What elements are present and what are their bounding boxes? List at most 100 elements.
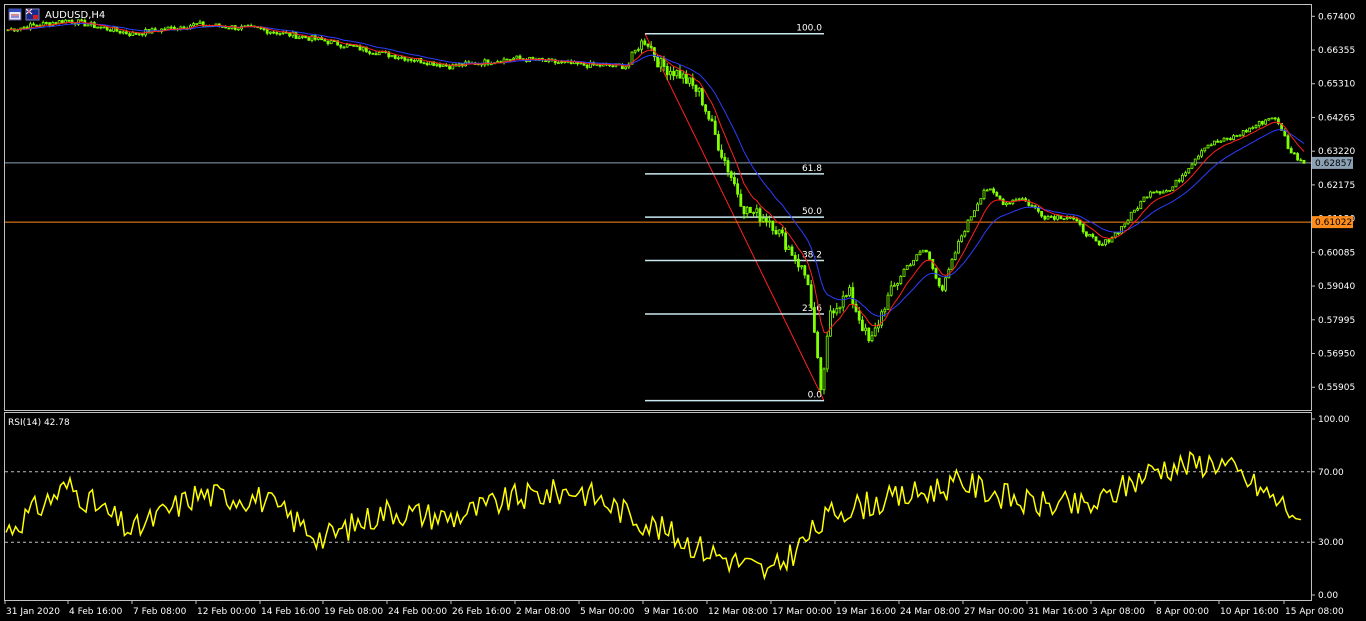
- candle-body: [345, 44, 349, 48]
- fib-level-label: 38.2: [802, 250, 822, 260]
- candle: [304, 35, 308, 39]
- candle-body: [118, 30, 122, 34]
- candle-body: [832, 310, 835, 314]
- candle: [867, 327, 871, 343]
- time-tick-label: 4 Feb 16:00: [69, 607, 123, 617]
- candle-body: [265, 29, 269, 34]
- chart-title: AUDUSD,H4: [8, 8, 105, 21]
- candle-body: [829, 310, 832, 337]
- candle-body: [585, 64, 589, 68]
- candle: [1261, 120, 1264, 126]
- candle-body: [1158, 191, 1162, 194]
- candle-body: [774, 230, 778, 235]
- candle: [870, 331, 874, 343]
- time-tick-label: 27 Mar 00:00: [964, 607, 1024, 617]
- time-axis: 31 Jan 2020 4 Feb 16:00 7 Feb 08:00 12 Feb …: [4, 600, 1344, 617]
- candle-body: [125, 31, 128, 35]
- candle-body: [1289, 148, 1293, 154]
- candle: [829, 305, 832, 337]
- candle-body: [1302, 159, 1306, 164]
- candle-body: [1075, 218, 1079, 222]
- fibonacci-retracement[interactable]: 100.061.850.038.223.60.0: [644, 24, 825, 402]
- time-tick-label: 8 Apr 00:00: [1156, 607, 1209, 617]
- candle-body: [1152, 191, 1155, 194]
- candle: [1296, 152, 1299, 162]
- fib-level-label: 0.0: [808, 391, 823, 401]
- candle: [396, 55, 400, 61]
- candle: [899, 275, 903, 286]
- candle-body: [1030, 205, 1034, 207]
- candle: [1187, 167, 1191, 174]
- candle: [1286, 133, 1290, 150]
- candle-body: [435, 63, 439, 66]
- candle: [32, 21, 35, 26]
- candle-body: [236, 28, 240, 31]
- candle: [1136, 206, 1139, 212]
- candle: [553, 58, 557, 66]
- candle-body: [905, 265, 909, 270]
- rsi-label: RSI(14) 42.78: [8, 418, 70, 428]
- candle: [720, 144, 723, 160]
- candle-body: [838, 306, 842, 309]
- candle: [163, 26, 167, 31]
- candle-body: [361, 46, 365, 51]
- candle-body: [32, 23, 35, 26]
- candle: [1235, 134, 1239, 138]
- candle-body: [1049, 216, 1053, 218]
- candle-body: [1209, 144, 1213, 147]
- candle: [809, 279, 813, 309]
- candle-body: [950, 259, 954, 271]
- candle-body: [518, 55, 522, 59]
- candle-body: [790, 246, 794, 256]
- candle: [1123, 223, 1127, 229]
- candle: [118, 30, 122, 35]
- candle: [963, 229, 967, 238]
- candle: [1046, 214, 1050, 220]
- candle: [1056, 215, 1059, 221]
- candle-body: [749, 206, 752, 214]
- candle: [969, 216, 973, 221]
- fib-level-label: 61.8: [802, 164, 822, 174]
- candle-body: [857, 311, 861, 321]
- candle: [790, 244, 794, 256]
- candle-body: [803, 265, 807, 276]
- price-tick-label: 0.64265: [1318, 113, 1355, 123]
- candle: [1203, 147, 1207, 153]
- candle: [717, 130, 720, 152]
- candle: [1254, 124, 1258, 130]
- candle-body: [1273, 117, 1277, 120]
- candle: [873, 322, 877, 337]
- candle-body: [640, 40, 643, 50]
- candle-body: [1193, 158, 1197, 165]
- candle-body: [275, 32, 279, 35]
- candle-body: [1062, 218, 1066, 221]
- candle-body: [841, 295, 845, 308]
- time-tick-label: 5 Mar 00:00: [580, 607, 635, 617]
- candle-body: [835, 308, 839, 314]
- horizontal-lines[interactable]: [5, 162, 1311, 223]
- time-tick-label: 19 Mar 16:00: [836, 607, 896, 617]
- candle-body: [425, 62, 429, 66]
- candle-body: [969, 216, 973, 221]
- candle: [902, 268, 906, 277]
- time-tick-label: 26 Feb 16:00: [452, 607, 511, 617]
- candle-body: [611, 65, 615, 68]
- time-tick-label: 14 Feb 16:00: [261, 607, 320, 617]
- candle-body: [758, 208, 762, 222]
- candle-body: [848, 287, 851, 296]
- candle-body: [1142, 196, 1146, 202]
- candle: [1181, 173, 1184, 183]
- candle-body: [371, 52, 375, 55]
- candle-body: [1040, 210, 1043, 217]
- candle: [1149, 190, 1152, 199]
- candle-body: [268, 31, 272, 34]
- candle: [989, 188, 992, 191]
- candle: [672, 66, 675, 81]
- candle-body: [109, 29, 112, 32]
- candle-body: [646, 43, 650, 47]
- chart-symbol-title: AUDUSD,H4: [45, 10, 105, 21]
- candle-body: [105, 26, 109, 31]
- candle: [1216, 139, 1219, 143]
- candle-body: [1136, 208, 1139, 211]
- candle-body: [656, 56, 659, 68]
